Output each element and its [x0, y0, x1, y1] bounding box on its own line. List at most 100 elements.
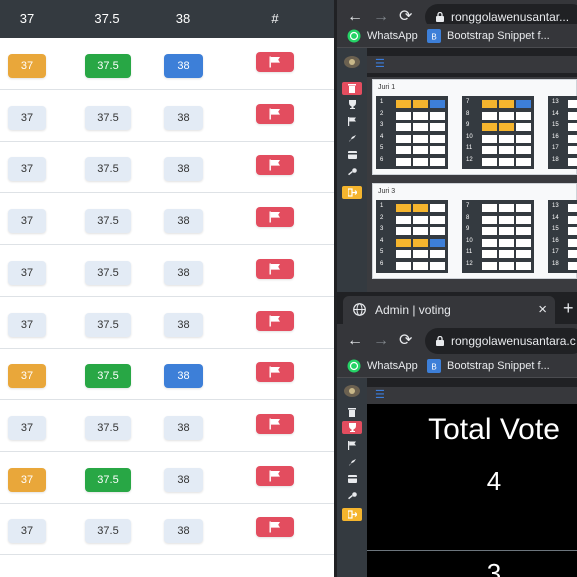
flag-button[interactable] [256, 258, 294, 279]
score-cell [396, 134, 411, 143]
vote-38-button[interactable]: 38 [164, 312, 203, 337]
reload-button[interactable]: ⟳ [399, 331, 412, 351]
table-row: 37 37.5 38 [0, 348, 334, 401]
flag-icon[interactable] [348, 441, 357, 450]
vote-37-button[interactable]: 37 [8, 54, 46, 78]
back-button[interactable]: ← [347, 331, 363, 351]
vote-37-button[interactable]: 37 [8, 105, 46, 130]
score-cell [413, 227, 428, 235]
score-cell [396, 238, 411, 247]
vote-38-button[interactable]: 38 [164, 364, 203, 389]
participant-number: 4 [380, 237, 384, 244]
vote-37-5-button[interactable]: 37.5 [85, 364, 131, 389]
key-icon[interactable] [348, 168, 357, 177]
participant-number: 14 [552, 214, 559, 221]
score-row: 3 [378, 121, 446, 133]
vote-38-button[interactable]: 38 [164, 105, 203, 130]
flag-button[interactable] [256, 310, 294, 331]
score-row: 8 [464, 214, 532, 226]
vote-37-button[interactable]: 37 [8, 312, 46, 337]
vote-37-button[interactable]: 37 [8, 467, 46, 492]
tab-close-button[interactable]: × [538, 296, 547, 324]
score-cell [482, 111, 497, 120]
flag-button[interactable] [256, 413, 294, 434]
vote-38-button[interactable]: 38 [164, 519, 203, 544]
total-vote-count: 4 [486, 466, 502, 496]
score-cell [516, 261, 531, 270]
vote-38-button[interactable]: 38 [164, 467, 203, 492]
menu-icon[interactable]: ☰ [375, 390, 385, 401]
menu-icon[interactable]: ☰ [375, 59, 385, 70]
table-row: 37 37.5 38 [0, 38, 334, 90]
sidebar-item-logout[interactable] [342, 186, 362, 199]
score-cell [499, 250, 514, 258]
flag-button[interactable] [256, 155, 294, 176]
score-cell [482, 157, 497, 166]
trash-icon[interactable] [348, 408, 356, 417]
app-sidebar [337, 378, 367, 577]
flag-icon[interactable] [348, 117, 357, 126]
vote-37-5-button[interactable]: 37.5 [85, 519, 131, 544]
forward-button[interactable]: → [373, 331, 389, 351]
vote-37-5-button[interactable]: 37.5 [85, 467, 131, 492]
flag-button[interactable] [256, 52, 294, 72]
score-cell [516, 227, 531, 235]
new-tab-button[interactable]: + [563, 296, 574, 320]
credit-card-icon[interactable] [348, 475, 357, 483]
sidebar-item-total-vote[interactable] [342, 421, 362, 434]
vote-38-button[interactable]: 38 [164, 260, 203, 285]
flag-button[interactable] [256, 207, 294, 228]
sign-out-icon [348, 188, 357, 197]
flag-button[interactable] [256, 465, 294, 486]
flag-button[interactable] [256, 517, 294, 538]
key-icon[interactable] [348, 492, 357, 501]
lock-icon [436, 336, 444, 346]
score-cell [482, 134, 497, 143]
flag-button[interactable] [256, 362, 294, 383]
vote-38-button[interactable]: 38 [164, 157, 203, 182]
participant-number: 10 [466, 133, 473, 140]
participant-number: 6 [380, 260, 384, 267]
score-row: 6 [378, 260, 446, 272]
credit-card-icon[interactable] [348, 151, 357, 159]
flag-button[interactable] [256, 103, 294, 124]
tab-title: Admin | voting [375, 303, 451, 317]
vote-37-button[interactable]: 37 [8, 260, 46, 285]
vote-37-button[interactable]: 37 [8, 415, 46, 440]
flag-icon [269, 159, 280, 171]
address-text: ronggolawenusantara.c [451, 334, 576, 348]
vote-37-5-button[interactable]: 37.5 [85, 415, 131, 440]
vote-37-button[interactable]: 37 [8, 209, 46, 234]
bookmark-whatsapp[interactable]: WhatsApp [347, 358, 418, 374]
vote-37-button[interactable]: 37 [8, 364, 46, 389]
sidebar-item-voting[interactable] [342, 82, 362, 95]
tab-admin-voting[interactable]: Admin | voting × [343, 296, 555, 324]
rocket-icon[interactable] [348, 134, 357, 143]
vote-37-5-button[interactable]: 37.5 [85, 157, 131, 182]
bootstrap-icon: B [427, 29, 441, 43]
vote-37-5-button[interactable]: 37.5 [85, 260, 131, 285]
score-grid: 1 2 3 4 5 6 [376, 96, 448, 169]
trophy-icon[interactable] [348, 100, 357, 109]
vote-37-5-button[interactable]: 37.5 [85, 54, 131, 78]
score-grid: 13 14 15 16 17 18 [548, 96, 577, 169]
vote-37-5-button[interactable]: 37.5 [85, 312, 131, 337]
vote-37-button[interactable]: 37 [8, 519, 46, 544]
score-cell [396, 215, 411, 224]
vote-38-button[interactable]: 38 [164, 209, 203, 234]
address-bar[interactable]: ronggolawenusantara.c [425, 328, 577, 354]
rocket-icon[interactable] [348, 458, 357, 467]
table-row: 37 37.5 38 [0, 297, 334, 349]
bookmark-bootstrap[interactable]: B Bootstrap Snippet f... [427, 28, 550, 44]
vote-37-button[interactable]: 37 [8, 157, 46, 182]
vote-37-5-button[interactable]: 37.5 [85, 105, 131, 130]
participant-number: 14 [552, 110, 559, 117]
participant-number: 6 [380, 156, 384, 163]
bookmark-bootstrap[interactable]: B Bootstrap Snippet f... [427, 358, 550, 374]
vote-38-button[interactable]: 38 [164, 415, 203, 440]
score-cell [413, 204, 428, 212]
sidebar-item-logout[interactable] [342, 508, 362, 521]
bookmark-whatsapp[interactable]: WhatsApp [347, 28, 418, 44]
vote-38-button[interactable]: 38 [164, 54, 203, 78]
vote-37-5-button[interactable]: 37.5 [85, 209, 131, 234]
